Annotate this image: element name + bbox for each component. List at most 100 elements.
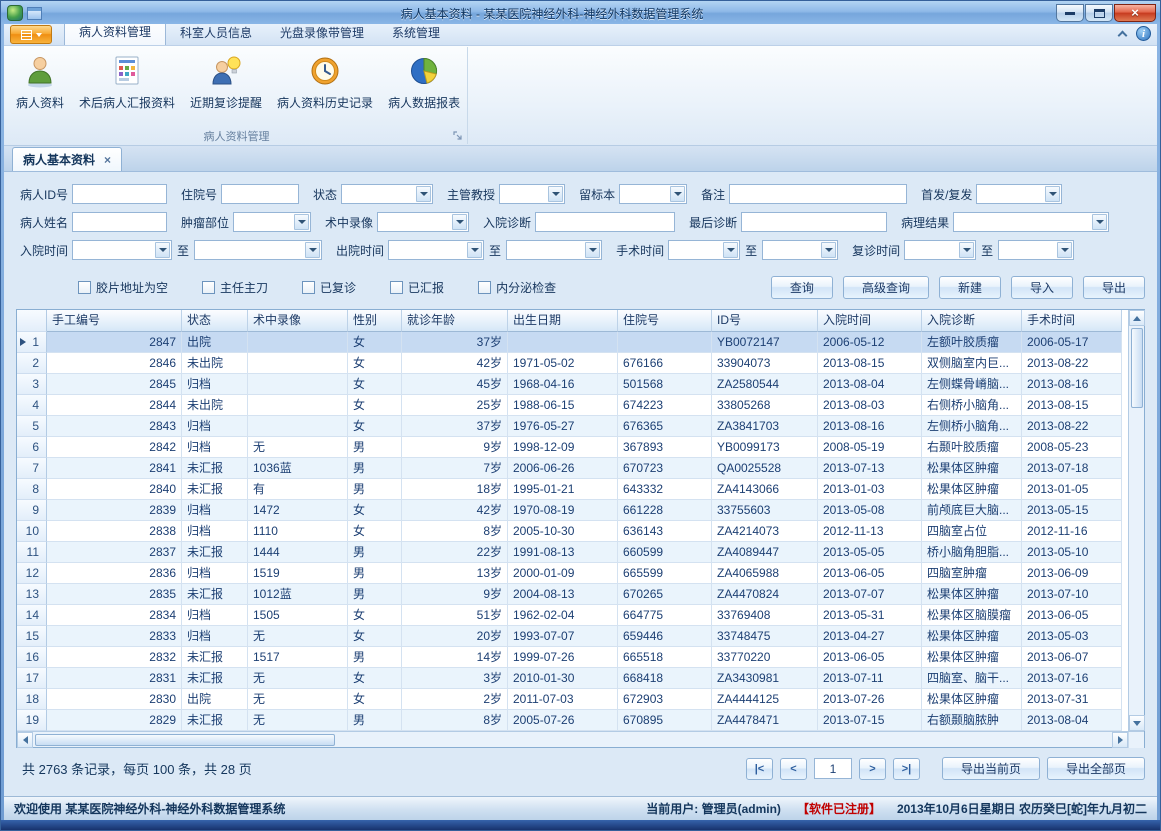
grid-header-cell[interactable]: 手工编号 (47, 310, 182, 332)
scroll-right-icon[interactable] (1112, 732, 1128, 748)
grid-header-cell[interactable]: ID号 (712, 310, 818, 332)
filter-checkbox[interactable]: 内分泌检查 (478, 279, 556, 296)
filter-combo[interactable] (194, 240, 322, 260)
filter-combo[interactable] (904, 240, 976, 260)
first-page-button[interactable]: |< (746, 758, 773, 780)
filter-combo[interactable] (506, 240, 602, 260)
grid-header-cell[interactable]: 手术时间 (1022, 310, 1122, 332)
dropdown-arrow-icon[interactable] (959, 242, 974, 258)
filter-input[interactable] (72, 212, 167, 232)
dropdown-arrow-icon[interactable] (670, 186, 685, 202)
ribbon-tab[interactable]: 系统管理 (378, 24, 454, 45)
dropdown-arrow-icon[interactable] (155, 242, 170, 258)
filter-combo[interactable] (388, 240, 484, 260)
close-button[interactable]: × (1114, 4, 1156, 22)
filter-checkbox[interactable]: 主任主刀 (202, 279, 268, 296)
grid-header-cell[interactable] (17, 310, 47, 332)
ribbon-tab[interactable]: 光盘录像带管理 (266, 24, 378, 45)
filter-checkbox[interactable]: 已汇报 (390, 279, 444, 296)
grid-header-cell[interactable]: 状态 (182, 310, 248, 332)
filter-combo[interactable] (233, 212, 311, 232)
filter-combo[interactable] (499, 184, 565, 204)
export-all-pages-button[interactable]: 导出全部页 (1047, 757, 1145, 780)
filter-input[interactable] (535, 212, 675, 232)
filter-combo[interactable] (953, 212, 1109, 232)
ribbon-button[interactable]: 术后病人汇报资料 (73, 50, 181, 113)
dropdown-arrow-icon[interactable] (416, 186, 431, 202)
ribbon-button[interactable]: 病人数据报表 (382, 50, 466, 113)
dropdown-arrow-icon[interactable] (1057, 242, 1072, 258)
ribbon-collapse-icon[interactable] (1118, 31, 1128, 41)
scroll-left-icon[interactable] (17, 732, 33, 748)
filter-input[interactable] (72, 184, 167, 204)
grid-header-cell[interactable]: 入院诊断 (922, 310, 1022, 332)
grid-header-cell[interactable]: 入院时间 (818, 310, 922, 332)
grid-row[interactable]: 102838归档1110女8岁2005-10-30636143ZA4214073… (17, 521, 1128, 542)
grid-row[interactable]: 162832未汇报1517男14岁1999-07-266655183377022… (17, 647, 1128, 668)
filter-checkbox[interactable]: 已复诊 (302, 279, 356, 296)
page-number-input[interactable] (814, 758, 852, 779)
filter-input[interactable] (221, 184, 299, 204)
grid-row[interactable]: 92839归档1472女42岁1970-08-19661228337556032… (17, 500, 1128, 521)
filter-combo[interactable] (619, 184, 687, 204)
grid-row[interactable]: 32845归档女45岁1968-04-16501568ZA25805442013… (17, 374, 1128, 395)
grid-row[interactable]: 42844未出院女25岁1988-06-15674223338052682013… (17, 395, 1128, 416)
scroll-down-icon[interactable] (1129, 715, 1145, 731)
grid-row[interactable]: 182830出院无女2岁2011-07-03672903ZA4444125201… (17, 689, 1128, 710)
filter-input[interactable] (729, 184, 907, 204)
grid-row[interactable]: 62842归档无男9岁1998-12-09367893YB00991732008… (17, 437, 1128, 458)
ribbon-tab[interactable]: 科室人员信息 (166, 24, 266, 45)
dialog-launcher-icon[interactable] (453, 131, 463, 141)
dropdown-arrow-icon[interactable] (548, 186, 563, 202)
grid-row[interactable]: 152833归档无女20岁1993-07-0765944633748475201… (17, 626, 1128, 647)
tab-close-icon[interactable]: × (104, 153, 111, 167)
dropdown-arrow-icon[interactable] (1045, 186, 1060, 202)
grid-row[interactable]: 52843归档女37岁1976-05-27676365ZA38417032013… (17, 416, 1128, 437)
scroll-up-icon[interactable] (1129, 310, 1145, 326)
dropdown-arrow-icon[interactable] (821, 242, 836, 258)
dropdown-arrow-icon[interactable] (585, 242, 600, 258)
advanced-query-button[interactable]: 高级查询 (843, 276, 929, 299)
filter-combo[interactable] (998, 240, 1074, 260)
horizontal-scrollbar[interactable] (17, 731, 1144, 747)
grid-row[interactable]: 82840未汇报有男18岁1995-01-21643332ZA414306620… (17, 479, 1128, 500)
filter-combo[interactable] (762, 240, 838, 260)
quick-access-icon[interactable] (27, 7, 42, 20)
grid-row[interactable]: 142834归档1505女51岁1962-02-0466477533769408… (17, 605, 1128, 626)
last-page-button[interactable]: >| (893, 758, 920, 780)
dropdown-arrow-icon[interactable] (305, 242, 320, 258)
filter-combo[interactable] (976, 184, 1062, 204)
vertical-scrollbar[interactable] (1128, 310, 1144, 731)
filter-combo[interactable] (341, 184, 433, 204)
dropdown-arrow-icon[interactable] (452, 214, 467, 230)
grid-header-cell[interactable]: 术中录像 (248, 310, 348, 332)
filter-combo[interactable] (668, 240, 740, 260)
ribbon-tab[interactable]: 病人资料管理 (64, 24, 166, 45)
ribbon-button[interactable]: 近期复诊提醒 (184, 50, 268, 113)
filter-combo[interactable] (72, 240, 172, 260)
export-current-page-button[interactable]: 导出当前页 (942, 757, 1040, 780)
horizontal-scroll-thumb[interactable] (35, 734, 335, 746)
maximize-button[interactable] (1085, 4, 1113, 22)
grid-row[interactable]: 132835未汇报1012蓝男9岁2004-08-13670265ZA44708… (17, 584, 1128, 605)
new-button[interactable]: 新建 (939, 276, 1001, 299)
grid-row[interactable]: 112837未汇报1444男22岁1991-08-13660599ZA40894… (17, 542, 1128, 563)
grid-row[interactable]: 192829未汇报无男8岁2005-07-26670895ZA447847120… (17, 710, 1128, 731)
dropdown-arrow-icon[interactable] (294, 214, 309, 230)
export-button[interactable]: 导出 (1083, 276, 1145, 299)
application-menu-button[interactable] (10, 25, 52, 44)
minimize-button[interactable] (1056, 4, 1084, 22)
grid-row[interactable]: 72841未汇报1036蓝男7岁2006-06-26670723QA002552… (17, 458, 1128, 479)
grid-row[interactable]: 22846未出院女42岁1971-05-02676166339040732013… (17, 353, 1128, 374)
dropdown-arrow-icon[interactable] (467, 242, 482, 258)
grid-row[interactable]: 12847出院女37岁YB00721472006-05-12左额叶胶质瘤2006… (17, 332, 1128, 353)
filter-input[interactable] (741, 212, 887, 232)
dropdown-arrow-icon[interactable] (1092, 214, 1107, 230)
next-page-button[interactable]: > (859, 758, 886, 780)
ribbon-button[interactable]: 病人资料历史记录 (271, 50, 379, 113)
document-tab[interactable]: 病人基本资料 × (12, 147, 122, 171)
grid-row[interactable]: 172831未汇报无女3岁2010-01-30668418ZA343098120… (17, 668, 1128, 689)
grid-header-cell[interactable]: 性别 (348, 310, 402, 332)
filter-checkbox[interactable]: 胶片地址为空 (78, 279, 168, 296)
grid-header-cell[interactable]: 住院号 (618, 310, 712, 332)
